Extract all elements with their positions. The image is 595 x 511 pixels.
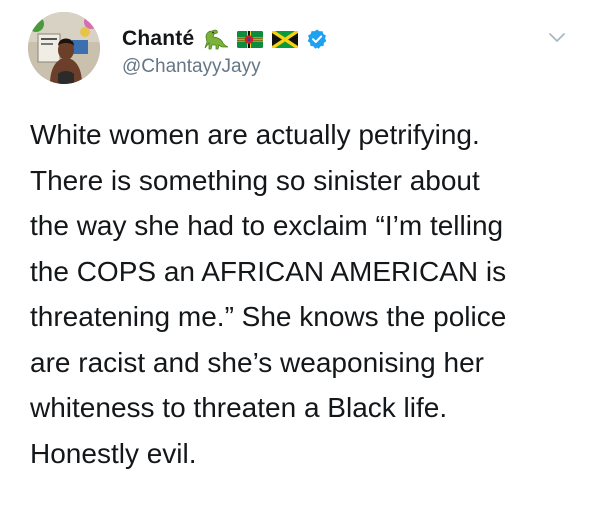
tweet-card: Chanté @ChantayyJayy White women are act… bbox=[0, 0, 595, 511]
tweet-text-line: are racist and she’s weaponising her bbox=[30, 346, 484, 378]
chevron-down-icon[interactable] bbox=[547, 30, 567, 44]
tweet-text-line: Honestly evil. bbox=[30, 437, 197, 469]
tweet-text-line: whiteness to threaten a Black life. bbox=[30, 392, 448, 423]
author-name-row: Chanté bbox=[122, 24, 328, 54]
author-handle[interactable]: @ChantayyJayy bbox=[122, 56, 261, 78]
avatar-image bbox=[28, 12, 100, 84]
dinosaur-emoji-icon bbox=[201, 28, 229, 50]
tweet-text-line: threatening me.” She knows the police bbox=[30, 301, 507, 332]
tweet-text: White women are actually petrifying. The… bbox=[30, 112, 582, 476]
tweet-text-line: the way she had to exclaim “I’m telling bbox=[30, 210, 504, 241]
jamaica-flag-icon bbox=[271, 28, 299, 50]
tweet-text-line: White women are actually petrifying. bbox=[30, 119, 480, 150]
avatar[interactable] bbox=[28, 12, 100, 84]
tweet-text-line: the COPS an AFRICAN AMERICAN is bbox=[30, 255, 507, 287]
verified-badge-icon bbox=[306, 28, 328, 50]
dominica-flag-icon bbox=[236, 28, 264, 50]
author-display-name[interactable]: Chanté bbox=[122, 27, 194, 51]
tweet-text-line: There is something so sinister about bbox=[30, 164, 480, 196]
